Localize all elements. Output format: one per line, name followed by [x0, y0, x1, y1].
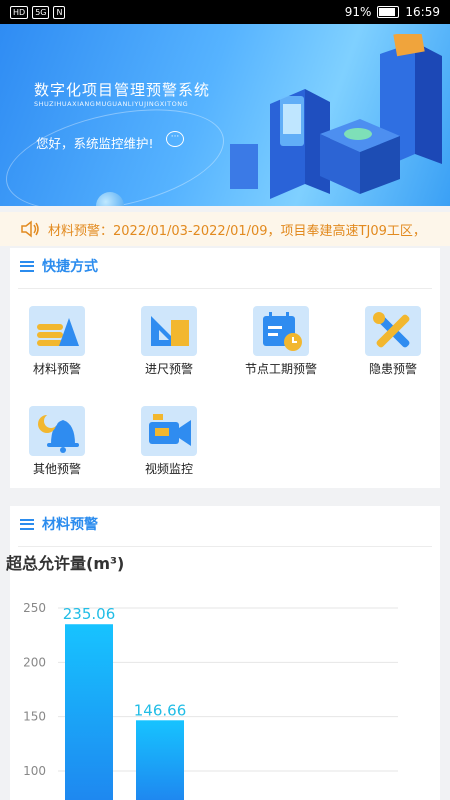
shortcut-label: 其他预警 [32, 462, 81, 476]
speaker-icon [21, 220, 39, 238]
system-title-pinyin: SHUZIHUAXIANGMUGUANLIYUJINGXITONG [34, 100, 189, 108]
camera-icon [141, 406, 197, 456]
notice-bar[interactable]: 材料预警：2022/01/03-2022/01/09，项目奉建高速TJ09工区， [0, 212, 450, 246]
bar[interactable] [65, 624, 113, 800]
shortcuts-header: 快捷方式 [20, 256, 98, 276]
chat-icon[interactable]: ··· [166, 131, 184, 147]
material-warning-header: 材料预警 [20, 514, 98, 534]
y-tick-label: 150 [23, 710, 46, 724]
shortcut-label: 节点工期预警 [244, 362, 317, 376]
hd-badge: HD [10, 5, 29, 19]
battery-icon [377, 6, 400, 18]
chart-title: 超总允许量(m³) [6, 554, 125, 573]
bar[interactable] [136, 720, 184, 800]
status-icons: HD 5G N [10, 5, 66, 19]
shortcuts-title: 快捷方式 [42, 259, 98, 275]
shortcut-label: 隐患预警 [368, 362, 417, 376]
y-tick-label: 200 [23, 655, 46, 669]
materials-icon [29, 306, 85, 356]
bar-value-label: 235.06 [63, 605, 116, 623]
nfc-icon: N [53, 5, 66, 19]
system-title: 数字化项目管理预警系统 [34, 81, 211, 99]
shortcut-other-warning[interactable]: 其他预警 [12, 406, 102, 477]
shortcut-progress-warning[interactable]: 进尺预警 [124, 306, 214, 377]
y-tick-label: 250 [23, 601, 46, 615]
shortcut-label: 视频监控 [144, 462, 193, 476]
bar-value-label: 146.66 [134, 701, 187, 719]
material-warning-card: 材料预警 超总允许量(m³) 100 150 200 250 235.06 146.66 [6, 506, 440, 800]
clock: 16:59 [405, 5, 440, 19]
hero-banner[interactable]: 数字化项目管理预警系统 SHUZIHUAXIANGMUGUANLIYUJINGX… [0, 24, 450, 206]
shortcut-material-warning[interactable]: 材料预警 [12, 306, 102, 377]
battery-percent: 91% [344, 5, 372, 19]
bell-icon [29, 406, 85, 456]
notice-text: 材料预警：2022/01/03-2022/01/09，项目奉建高速TJ09工区， [48, 223, 426, 239]
5g-badge: 5G [32, 5, 50, 19]
tools-icon [365, 306, 421, 356]
bar-chart: 100 150 200 250 235.06 146.66 [23, 601, 398, 800]
city-illustration [230, 34, 442, 199]
menu-icon [20, 260, 34, 272]
status-bar: HD 5G N 91% 16:59 [0, 0, 450, 24]
shortcut-label: 材料预警 [32, 362, 81, 376]
shortcuts-card: 快捷方式 材料预警 进尺预警 节点工期预警 隐患预警 其他预警 视频监控 [10, 248, 440, 488]
ruler-icon [141, 306, 197, 356]
calendar-icon [253, 306, 309, 356]
shortcut-label: 进尺预警 [144, 362, 193, 376]
shortcut-hazard-warning[interactable]: 隐患预警 [348, 306, 438, 377]
divider [18, 546, 432, 547]
shortcut-video-monitor[interactable]: 视频监控 [124, 406, 214, 477]
divider [18, 288, 432, 289]
y-tick-label: 100 [23, 764, 46, 778]
shortcut-milestone-warning[interactable]: 节点工期预警 [236, 306, 326, 377]
greeting-text: 您好，系统监控维护! [36, 136, 154, 151]
menu-icon [20, 518, 34, 530]
material-warning-title: 材料预警 [42, 517, 98, 533]
